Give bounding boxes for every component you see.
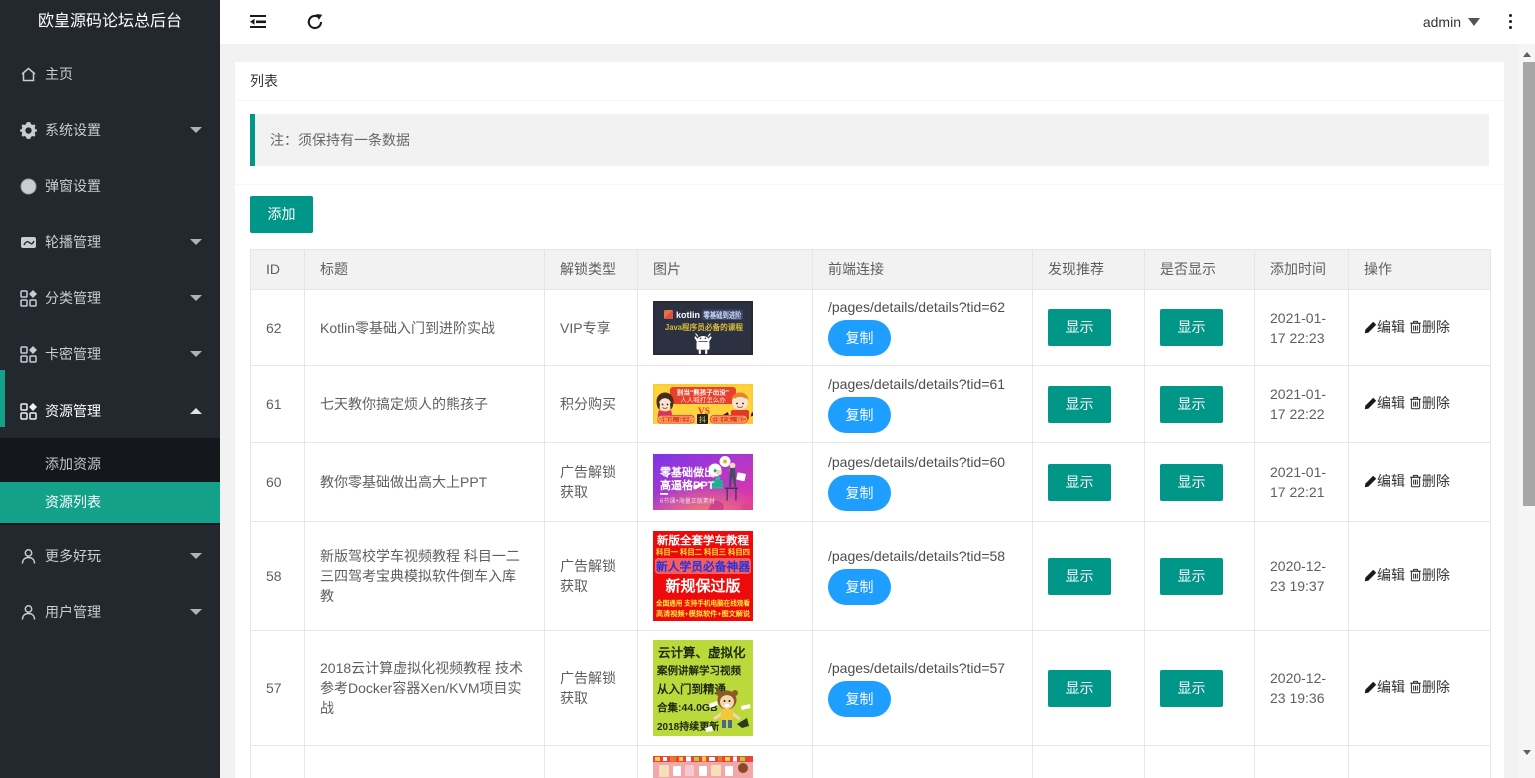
svg-text:案例讲解学习视频: 案例讲解学习视频 xyxy=(656,664,741,677)
svg-text:Java程序员必备的课程: Java程序员必备的课程 xyxy=(665,322,743,332)
svg-text:全国通用 支持手机电脑在线观看: 全国通用 支持手机电脑在线观看 xyxy=(655,599,750,608)
svg-text:kotlin: kotlin xyxy=(676,310,700,320)
svg-text:从入门到精通: 从入门到精通 xyxy=(657,682,726,696)
svg-text:零基础到进阶: 零基础到进阶 xyxy=(703,310,742,320)
svg-text:人人喊打怎么办: 人人喊打怎么办 xyxy=(680,395,726,404)
svg-text:高清视频+模拟软件+图文解说: 高清视频+模拟软件+图文解说 xyxy=(656,609,750,618)
svg-text:科目一 科目二 科目三 科目四: 科目一 科目二 科目三 科目四 xyxy=(656,548,750,557)
svg-text:零基础做出: 零基础做出 xyxy=(659,465,715,479)
svg-text:新规保过版: 新规保过版 xyxy=(665,577,740,595)
svg-text:新人学员必备神器: 新人学员必备神器 xyxy=(656,560,751,574)
svg-text:合集:44.0GB: 合集:44.0GB xyxy=(656,701,718,714)
svg-text:抖: 抖 xyxy=(699,415,706,424)
svg-text:6节课+海量正版素材: 6节课+海量正版素材 xyxy=(660,497,715,505)
svg-text:只需做对，孩子教育: 只需做对，孩子教育 xyxy=(653,417,698,424)
svg-text:别当“熊孩子出没”: 别当“熊孩子出没” xyxy=(676,388,729,397)
svg-text:只需七天，搞定: 只需七天，搞定 xyxy=(711,417,746,424)
svg-text:新版全套学车教程: 新版全套学车教程 xyxy=(657,533,749,547)
svg-text:高逼格PPT: 高逼格PPT xyxy=(660,478,715,492)
svg-text:云计算、虚拟化: 云计算、虚拟化 xyxy=(658,645,746,660)
